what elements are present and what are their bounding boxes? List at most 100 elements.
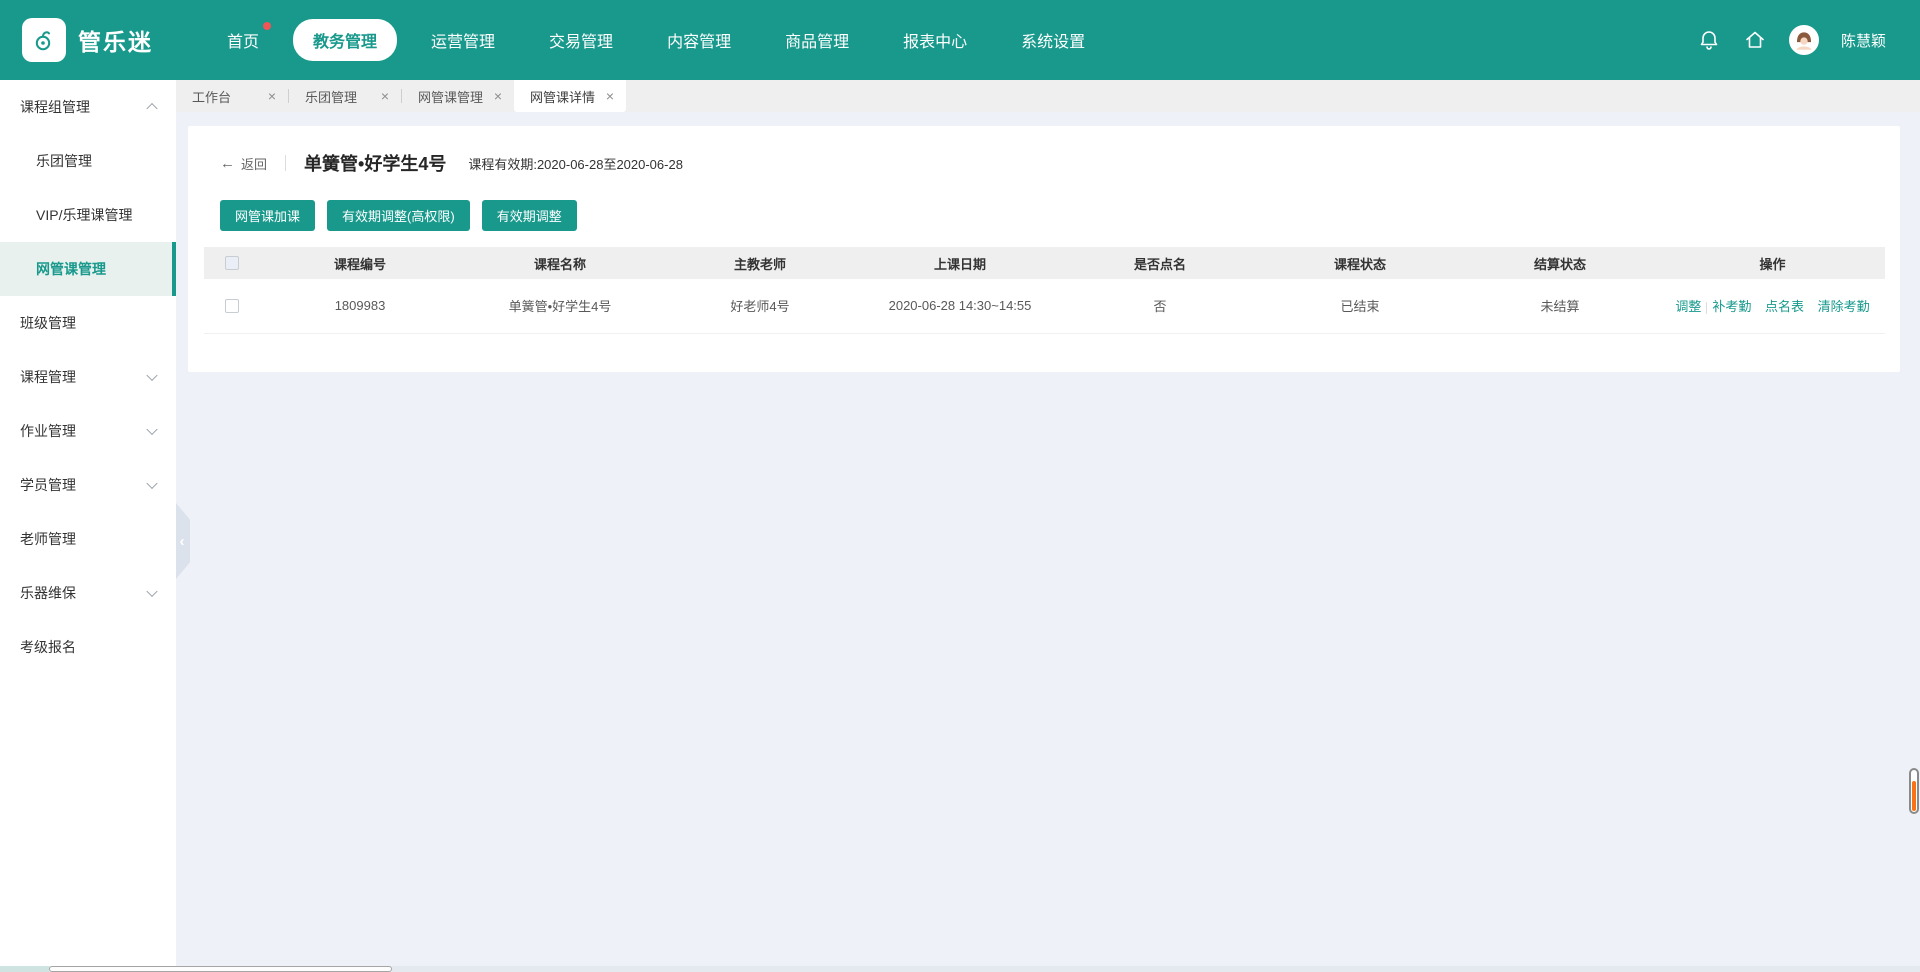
tab-orchestra-mgmt-label: 乐团管理 bbox=[305, 87, 357, 106]
header-divider bbox=[285, 155, 286, 171]
collapse-chevron-icon: ‹ bbox=[180, 533, 185, 550]
chevron-down-icon bbox=[146, 586, 157, 597]
avatar-person-icon bbox=[1791, 27, 1817, 53]
tab-online-course-detail-close-icon[interactable]: × bbox=[606, 89, 614, 103]
nav-item-home-label: 首页 bbox=[227, 34, 259, 51]
tab-online-course-mgmt-close-icon[interactable]: × bbox=[494, 89, 502, 103]
sidebar-item-class-mgmt[interactable]: 班级管理 bbox=[0, 296, 176, 350]
sidebar-item-online-course-mgmt[interactable]: 网管课管理 bbox=[0, 242, 176, 296]
makeup-attendance-link[interactable]: 补考勤 bbox=[1712, 299, 1751, 314]
nav-item-operations[interactable]: 运营管理 bbox=[411, 19, 515, 61]
nav-item-settings[interactable]: 系统设置 bbox=[1001, 19, 1105, 61]
app-logo bbox=[22, 18, 66, 62]
username: 陈慧颖 bbox=[1841, 30, 1886, 51]
chevron-down-icon bbox=[146, 478, 157, 489]
nav-item-home[interactable]: 首页 bbox=[207, 19, 279, 61]
brand-name: 管乐迷 bbox=[78, 23, 153, 57]
home-icon[interactable] bbox=[1743, 28, 1767, 52]
col-header-teacher: 主教老师 bbox=[660, 247, 860, 279]
sidebar-item-homework-mgmt[interactable]: 作业管理 bbox=[0, 404, 176, 458]
scroll-indicator-fill bbox=[1912, 781, 1916, 811]
chevron-up-icon bbox=[146, 103, 157, 114]
cell-date: 2020-06-28 14:30~14:55 bbox=[860, 279, 1060, 333]
col-header-settle-status: 结算状态 bbox=[1460, 247, 1660, 279]
sidebar-item-instrument-maintenance[interactable]: 乐器维保 bbox=[0, 566, 176, 620]
adjust-validity-admin-button[interactable]: 有效期调整(高权限) bbox=[327, 200, 470, 231]
user-avatar[interactable] bbox=[1789, 25, 1819, 55]
main-content: ← 返回 单簧管•好学生4号 课程有效期:2020-06-28至2020-06-… bbox=[176, 112, 1920, 966]
sidebar-menu: 课程组管理 乐团管理 VIP/乐理课管理 网管课管理 班级管理 课程管理 作业管… bbox=[0, 80, 176, 966]
navbar-right: 陈慧颖 bbox=[1697, 25, 1920, 55]
sidebar-item-student-mgmt[interactable]: 学员管理 bbox=[0, 458, 176, 512]
sidebar-item-course-mgmt[interactable]: 课程管理 bbox=[0, 350, 176, 404]
tab-orchestra-mgmt[interactable]: 乐团管理 × bbox=[289, 80, 401, 112]
clear-attendance-link[interactable]: 清除考勤 bbox=[1818, 299, 1870, 314]
sidebar-item-label: 乐器维保 bbox=[20, 585, 76, 601]
lessons-table: 课程编号 课程名称 主教老师 上课日期 是否点名 课程状态 结算状态 操作 18… bbox=[204, 247, 1885, 334]
cell-actions: 调整补考勤 点名表 清除考勤 bbox=[1660, 279, 1885, 333]
back-arrow-icon: ← bbox=[220, 155, 235, 172]
bell-icon[interactable] bbox=[1697, 28, 1721, 52]
tab-orchestra-mgmt-close-icon[interactable]: × bbox=[381, 89, 389, 103]
adjust-link[interactable]: 调整 bbox=[1675, 299, 1701, 314]
tab-workbench-label: 工作台 bbox=[192, 87, 231, 106]
add-online-lesson-button[interactable]: 网管课加课 bbox=[220, 200, 315, 231]
cell-roll-call: 否 bbox=[1060, 279, 1260, 333]
back-button[interactable]: ← 返回 bbox=[220, 154, 267, 173]
tab-workbench[interactable]: 工作台 × bbox=[176, 80, 288, 112]
col-header-date: 上课日期 bbox=[860, 247, 1060, 279]
sidebar-item-label: 作业管理 bbox=[20, 423, 76, 439]
sidebar-item-label: 课程组管理 bbox=[20, 99, 90, 115]
sidebar-item-exam-registration[interactable]: 考级报名 bbox=[0, 620, 176, 674]
sidebar-item-orchestra-mgmt[interactable]: 乐团管理 bbox=[0, 134, 176, 188]
sidebar-item-course-group-mgmt[interactable]: 课程组管理 bbox=[0, 80, 176, 134]
nav-item-products[interactable]: 商品管理 bbox=[765, 19, 869, 61]
chevron-down-icon bbox=[146, 424, 157, 435]
col-header-actions: 操作 bbox=[1660, 247, 1885, 279]
sidebar-item-vip-theory-mgmt[interactable]: VIP/乐理课管理 bbox=[0, 188, 176, 242]
horizontal-scrollbar bbox=[0, 966, 1920, 972]
nav-item-academic[interactable]: 教务管理 bbox=[293, 19, 397, 61]
horizontal-scrollbar-track-left bbox=[0, 966, 49, 972]
back-label: 返回 bbox=[241, 154, 267, 173]
cell-settle-status: 未结算 bbox=[1460, 279, 1660, 333]
tab-online-course-mgmt[interactable]: 网管课管理 × bbox=[402, 80, 514, 112]
table-row: 1809983 单簧管•好学生4号 好老师4号 2020-06-28 14:30… bbox=[204, 279, 1885, 333]
col-header-course-status: 课程状态 bbox=[1260, 247, 1460, 279]
open-tabs-bar: 工作台 × 乐团管理 × 网管课管理 × 网管课详情 × bbox=[176, 80, 1920, 112]
action-button-row: 网管课加课 有效期调整(高权限) 有效期调整 bbox=[204, 176, 1884, 231]
sidebar-item-label: 课程管理 bbox=[20, 369, 76, 385]
col-header-course-name: 课程名称 bbox=[460, 247, 660, 279]
roll-call-sheet-link[interactable]: 点名表 bbox=[1765, 299, 1804, 314]
adjust-validity-button[interactable]: 有效期调整 bbox=[482, 200, 577, 231]
horizontal-scrollbar-thumb[interactable] bbox=[49, 966, 392, 972]
top-navbar: 管乐迷 首页 教务管理 运营管理 交易管理 内容管理 商品管理 报表中心 系统设… bbox=[0, 0, 1920, 80]
chevron-down-icon bbox=[146, 370, 157, 381]
cell-course-id: 1809983 bbox=[260, 279, 460, 333]
tab-online-course-detail-label: 网管课详情 bbox=[530, 87, 595, 106]
card-header: ← 返回 单簧管•好学生4号 课程有效期:2020-06-28至2020-06-… bbox=[204, 126, 1884, 176]
table-header-row: 课程编号 课程名称 主教老师 上课日期 是否点名 课程状态 结算状态 操作 bbox=[204, 247, 1885, 279]
tuba-logo-icon bbox=[32, 28, 56, 52]
course-validity-period: 课程有效期:2020-06-28至2020-06-28 bbox=[468, 154, 683, 173]
page-title: 单簧管•好学生4号 bbox=[304, 150, 446, 176]
col-header-roll-call: 是否点名 bbox=[1060, 247, 1260, 279]
nav-item-content[interactable]: 内容管理 bbox=[647, 19, 751, 61]
sidebar-item-teacher-mgmt[interactable]: 老师管理 bbox=[0, 512, 176, 566]
tab-workbench-close-icon[interactable]: × bbox=[268, 89, 276, 103]
sidebar-item-label: 学员管理 bbox=[20, 477, 76, 493]
tab-online-course-mgmt-label: 网管课管理 bbox=[418, 87, 483, 106]
course-detail-card: ← 返回 单簧管•好学生4号 课程有效期:2020-06-28至2020-06-… bbox=[188, 126, 1900, 372]
action-divider bbox=[1706, 302, 1707, 314]
nav-item-transactions[interactable]: 交易管理 bbox=[529, 19, 633, 61]
cell-course-name: 单簧管•好学生4号 bbox=[460, 279, 660, 333]
notification-dot bbox=[263, 22, 271, 30]
cell-course-status: 已结束 bbox=[1260, 279, 1460, 333]
col-header-course-id: 课程编号 bbox=[260, 247, 460, 279]
scroll-indicator-widget[interactable] bbox=[1909, 768, 1919, 814]
row-checkbox[interactable] bbox=[225, 299, 239, 313]
tab-online-course-detail[interactable]: 网管课详情 × bbox=[514, 80, 626, 112]
nav-item-reports[interactable]: 报表中心 bbox=[883, 19, 987, 61]
select-all-checkbox[interactable] bbox=[225, 256, 239, 270]
cell-teacher: 好老师4号 bbox=[660, 279, 860, 333]
